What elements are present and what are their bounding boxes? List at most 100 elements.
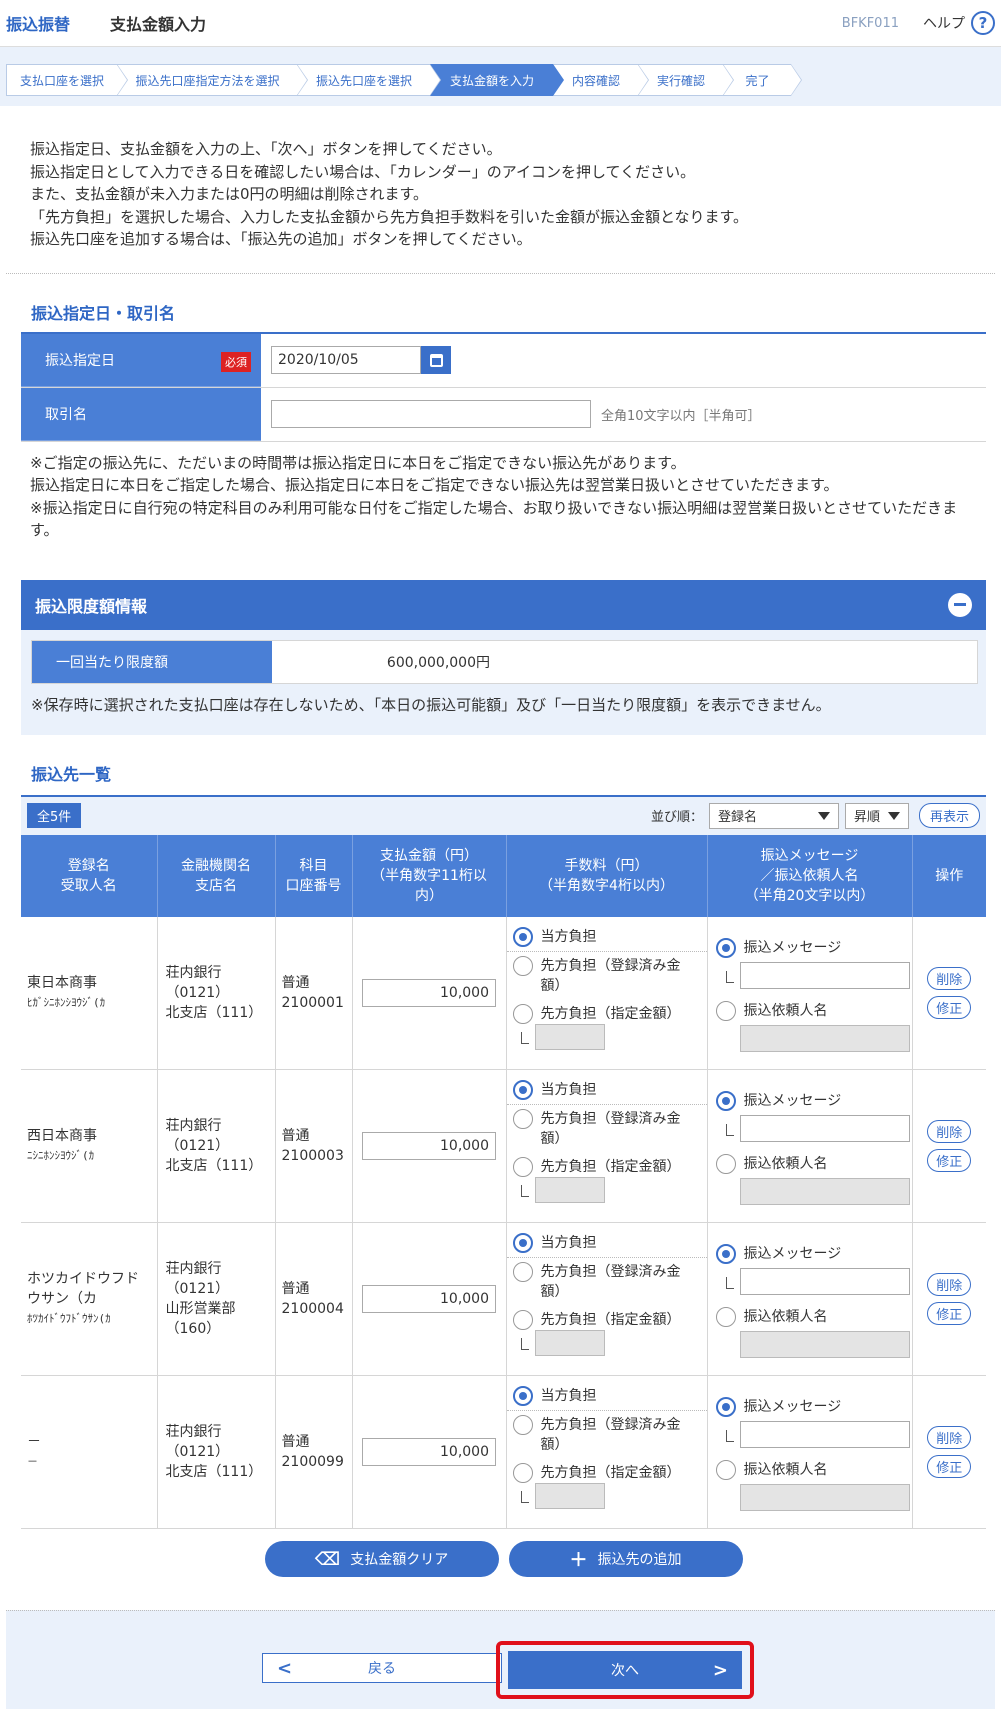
fee-option-label: 先方負担（指定金額） xyxy=(540,1159,681,1175)
ops-cell: 削除 修正 xyxy=(912,1375,986,1529)
back-button[interactable]: < 戻る xyxy=(262,1653,502,1683)
add-payee-label: 振込先の追加 xyxy=(597,1552,682,1568)
radio-checked[interactable] xyxy=(512,1080,533,1100)
radio-unchecked[interactable] xyxy=(512,1157,533,1177)
radio-checked[interactable] xyxy=(512,1233,533,1253)
msg-option-message[interactable]: 振込メッセージ xyxy=(715,1393,912,1421)
fee-amount-input xyxy=(534,1483,605,1509)
fee-option-theirs-registered[interactable]: 先方負担（登録済み金 額） xyxy=(507,1105,707,1153)
edit-button[interactable]: 修正 xyxy=(927,1149,972,1172)
radio-unchecked[interactable] xyxy=(715,1460,736,1480)
message-input[interactable] xyxy=(739,961,910,989)
radio-unchecked[interactable] xyxy=(512,1463,533,1483)
account-cell: 普通 2100003 xyxy=(275,1069,353,1223)
radio-checked[interactable] xyxy=(715,1397,736,1417)
amount-input[interactable]: 10,000 xyxy=(362,1132,496,1160)
msg-option-requester[interactable]: 振込依頼人名 xyxy=(715,1303,912,1331)
radio-checked[interactable] xyxy=(715,937,736,958)
fee-option-theirs-registered[interactable]: 先方負担（登録済み金 額） xyxy=(507,1258,707,1306)
fee-option-ours[interactable]: 当方負担 xyxy=(506,1229,707,1258)
radio-unchecked[interactable] xyxy=(715,1000,736,1021)
collapse-icon[interactable] xyxy=(948,592,972,617)
message-cell: 振込メッセージ 振込依頼人名 xyxy=(707,1222,913,1376)
amount-input[interactable]: 10,000 xyxy=(362,978,496,1007)
chevron-right-icon: > xyxy=(712,1659,728,1681)
clear-amount-button[interactable]: ⌫ 支払金額クリア xyxy=(264,1541,499,1577)
message-input[interactable] xyxy=(739,1421,910,1448)
transaction-name-input[interactable] xyxy=(271,400,591,428)
sort-order-select[interactable]: 昇順 xyxy=(844,802,909,829)
edit-button[interactable]: 修正 xyxy=(927,1302,972,1325)
help-icon[interactable]: ? xyxy=(971,11,995,35)
requester-input xyxy=(739,1331,910,1358)
col-header-message: 振込メッセージ ／振込依頼人名 （半角20文字以内） xyxy=(707,834,913,917)
fee-option-theirs-specified[interactable]: 先方負担（指定金額） xyxy=(507,1153,707,1177)
fee-option-theirs-specified[interactable]: 先方負担（指定金額） xyxy=(507,1306,707,1330)
chevron-down-icon xyxy=(887,811,900,820)
add-payee-button[interactable]: ＋ 振込先の追加 xyxy=(508,1541,743,1577)
radio-checked[interactable] xyxy=(512,926,533,947)
date-notes: ※ご指定の振込先に、ただいまの時間帯は振込指定日に本日をご指定できない振込先があ… xyxy=(6,442,995,542)
radio-unchecked[interactable] xyxy=(512,1003,533,1024)
radio-unchecked[interactable] xyxy=(512,1109,533,1129)
fee-option-label: 当方負担 xyxy=(540,1388,597,1404)
radio-checked[interactable] xyxy=(512,1386,533,1406)
footer-nav: < 戻る 次へ > xyxy=(6,1610,995,1709)
date-form: 振込指定日 必須 2020/10/05 取引名 全角10文字以内［半角可］ xyxy=(21,331,986,442)
delete-button[interactable]: 削除 xyxy=(927,1120,972,1143)
payee-kana: ﾆｼﾆﾎﾝｼﾖｳｼﾞ(ｶ xyxy=(27,1149,95,1162)
account-cell: 普通 2100001 xyxy=(275,916,353,1070)
msg-option-message[interactable]: 振込メッセージ xyxy=(715,1087,912,1115)
fee-option-theirs-specified[interactable]: 先方負担（指定金額） xyxy=(507,1459,707,1483)
msg-option-label: 振込依頼人名 xyxy=(743,1002,828,1019)
radio-unchecked[interactable] xyxy=(715,1154,736,1174)
fee-option-label: 当方負担 xyxy=(540,928,597,945)
fee-option-ours[interactable]: 当方負担 xyxy=(506,1382,707,1411)
fee-option-theirs-registered[interactable]: 先方負担（登録済み金 額） xyxy=(507,952,707,1000)
radio-unchecked[interactable] xyxy=(512,1415,533,1435)
requester-input xyxy=(739,1484,910,1511)
note-line: ※振込指定日に自行宛の特定科目のみ利用可能な日付をご指定した場合、お取り扱いでき… xyxy=(30,498,958,540)
account-number: 2100001 xyxy=(281,994,344,1011)
radio-unchecked[interactable] xyxy=(512,1262,533,1282)
delete-button[interactable]: 削除 xyxy=(927,966,972,990)
edit-button[interactable]: 修正 xyxy=(927,1455,972,1478)
step-3: 振込先口座を選択 xyxy=(297,64,441,96)
msg-option-requester[interactable]: 振込依頼人名 xyxy=(715,1150,912,1178)
radio-unchecked[interactable] xyxy=(512,1310,533,1330)
redisplay-button[interactable]: 再表示 xyxy=(918,803,980,828)
branch-name: 山形営業部 xyxy=(165,1301,236,1317)
bank-cell: 荘内銀行 （0121） 北支店（111） xyxy=(157,916,276,1070)
message-input[interactable] xyxy=(739,1268,910,1295)
amount-input[interactable]: 10,000 xyxy=(362,1285,496,1313)
radio-unchecked[interactable] xyxy=(512,955,533,976)
calendar-button[interactable] xyxy=(421,346,451,374)
msg-option-requester[interactable]: 振込依頼人名 xyxy=(715,997,912,1025)
edit-button[interactable]: 修正 xyxy=(927,995,972,1019)
msg-option-message[interactable]: 振込メッセージ xyxy=(715,934,912,962)
message-input[interactable] xyxy=(739,1115,910,1142)
fee-option-ours[interactable]: 当方負担 xyxy=(506,923,707,952)
help-link[interactable]: ヘルプ ? xyxy=(923,11,995,35)
intro-line: 振込先口座を追加する場合は、「振込先の追加」ボタンを押してください。 xyxy=(30,230,532,248)
radio-checked[interactable] xyxy=(715,1091,736,1111)
fee-option-theirs-registered[interactable]: 先方負担（登録済み金 額） xyxy=(507,1411,707,1459)
delete-button[interactable]: 削除 xyxy=(927,1273,972,1296)
msg-option-requester[interactable]: 振込依頼人名 xyxy=(715,1456,912,1484)
account-number: 2100003 xyxy=(281,1148,344,1164)
sort-field-select[interactable]: 登録名 xyxy=(708,802,839,829)
fee-option-theirs-specified[interactable]: 先方負担（指定金額） xyxy=(507,1000,707,1024)
msg-option-message[interactable]: 振込メッセージ xyxy=(715,1240,912,1268)
radio-checked[interactable] xyxy=(715,1244,736,1264)
amount-input[interactable]: 10,000 xyxy=(362,1438,496,1466)
transfer-date-input[interactable]: 2020/10/05 xyxy=(271,346,421,374)
limit-panel-header[interactable]: 振込限度額情報 xyxy=(21,579,986,630)
fee-option-ours[interactable]: 当方負担 xyxy=(506,1076,707,1105)
next-button[interactable]: 次へ > xyxy=(508,1651,742,1689)
msg-option-label: 振込依頼人名 xyxy=(743,1156,828,1172)
intro-line: また、支払金額が未入力または0円の明細は削除されます。 xyxy=(30,185,429,203)
radio-unchecked[interactable] xyxy=(715,1307,736,1327)
payee-kana: ﾋｶﾞｼﾆﾎﾝｼﾖｳｼﾞ(ｶ xyxy=(27,995,106,1009)
delete-button[interactable]: 削除 xyxy=(927,1426,972,1449)
